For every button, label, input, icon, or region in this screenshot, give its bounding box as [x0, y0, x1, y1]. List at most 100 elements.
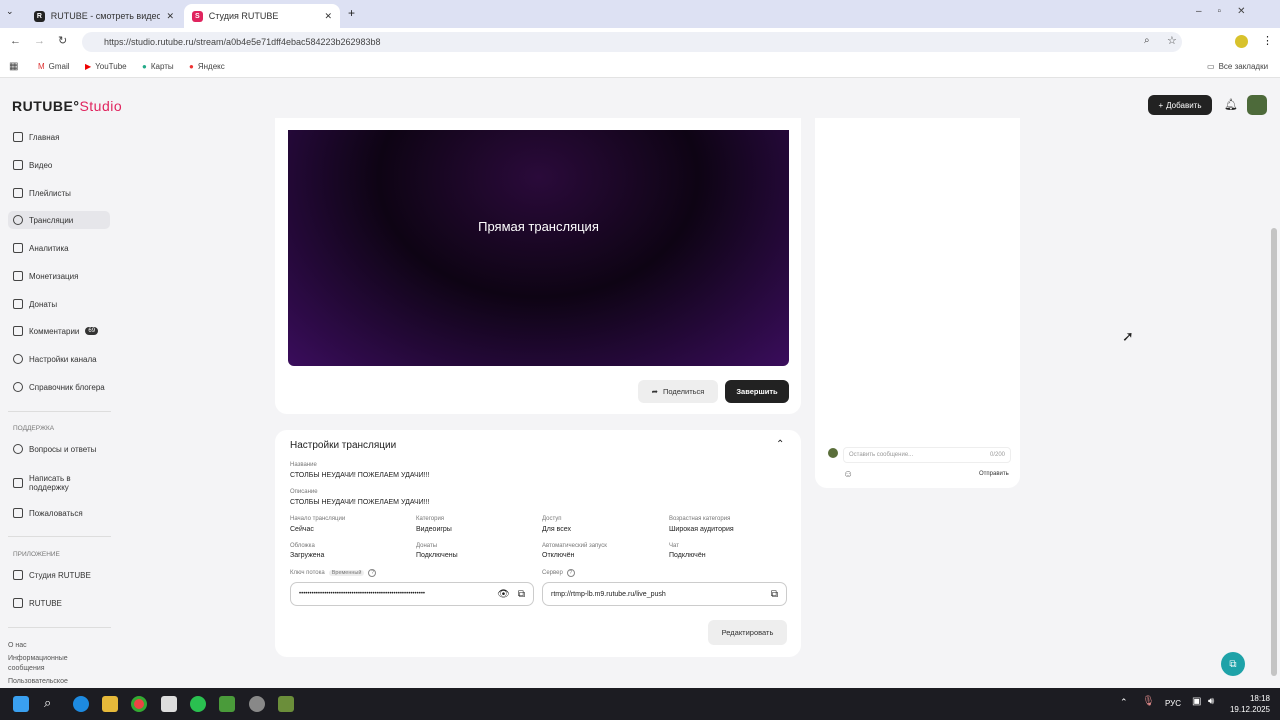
tab-list-chevron-icon[interactable]: ⌄	[6, 6, 14, 17]
field-value: Подключён	[669, 552, 706, 559]
emoji-icon[interactable]: ☺	[843, 469, 853, 480]
tab-rutube[interactable]: R RUTUBE - смотреть видео онл ✕	[26, 4, 182, 28]
reload-icon[interactable]: ↻	[58, 34, 67, 47]
clock[interactable]: 18:18 19.12.2025	[1228, 693, 1270, 715]
stream-key-field[interactable]: ••••••••••••••••••••••••••••••••••••••••…	[290, 582, 534, 606]
finish-stream-button[interactable]: Завершить	[725, 380, 789, 403]
help-icon[interactable]: ?	[566, 569, 575, 577]
apps-grid-icon[interactable]: ▦	[9, 61, 18, 72]
bookmark-yandex[interactable]: ● Яндекс	[189, 62, 225, 71]
sidebar-item-video[interactable]: Видео	[8, 156, 110, 174]
share-button[interactable]: ➦ Поделиться	[638, 380, 718, 403]
share-icon: ➦	[651, 387, 658, 396]
volume-icon[interactable]: 🔊︎	[1208, 696, 1214, 707]
bookmark-maps[interactable]: ● Карты	[142, 62, 174, 71]
sidebar-item-streams[interactable]: Трансляции	[8, 211, 110, 229]
chat-message-input[interactable]: Оставить сообщение... 0/200	[843, 447, 1011, 463]
close-icon[interactable]: ✕	[324, 11, 332, 22]
bookmark-youtube[interactable]: ▶ YouTube	[85, 62, 127, 71]
sidebar-item-analytics[interactable]: Аналитика	[8, 239, 110, 257]
forward-icon[interactable]: →	[34, 35, 45, 47]
comments-count-badge: 69	[85, 327, 99, 335]
sidebar-item-label: Аналитика	[29, 243, 69, 253]
server-url-field[interactable]: rtmp://rtmp-lb.m9.rutube.ru/live_push ⧉	[542, 582, 787, 606]
desc-label: Описание	[290, 489, 318, 495]
tab-studio[interactable]: S Студия RUTUBE ✕	[184, 4, 340, 28]
field-value: Отключён	[542, 552, 575, 559]
star-icon[interactable]: ☆	[1167, 34, 1177, 47]
sidebar-item-label: Пожаловаться	[29, 508, 83, 518]
sidebar-item-label: Видео	[29, 160, 53, 170]
sidebar-item-report[interactable]: Пожаловаться	[8, 504, 110, 522]
app-icon[interactable]	[249, 696, 265, 712]
sidebar-item-studio-app[interactable]: Студия RUTUBE	[8, 566, 110, 584]
file-explorer-icon[interactable]	[102, 696, 118, 712]
microphone-icon[interactable]: 🎙︎	[1142, 696, 1155, 707]
copy-icon[interactable]: ⧉	[518, 589, 525, 600]
sidebar-item-rutube-app[interactable]: RUTUBE	[8, 594, 110, 612]
minecraft-icon[interactable]	[219, 696, 235, 712]
edge-icon[interactable]	[73, 696, 89, 712]
search-icon[interactable]: ⌕	[44, 695, 51, 711]
menu-icon[interactable]: ⋮	[1262, 34, 1273, 47]
close-icon[interactable]: ✕	[166, 11, 174, 22]
sidebar-item-contact-support[interactable]: Написать в поддержку	[8, 472, 110, 494]
app-icon[interactable]	[161, 696, 177, 712]
stream-key-label: Ключ потока	[290, 570, 325, 576]
settings-title: Настройки трансляции	[290, 440, 397, 451]
minecraft-launcher-icon[interactable]	[278, 696, 294, 712]
add-button[interactable]: + Добавить	[1148, 95, 1212, 115]
footer-link-info[interactable]: Информационные сообщения	[8, 654, 88, 674]
chevron-up-icon[interactable]: ⌃	[776, 439, 784, 450]
footer-link-about[interactable]: О нас	[8, 641, 88, 651]
sidebar-item-faq[interactable]: Вопросы и ответы	[8, 440, 110, 458]
sidebar-item-channel-settings[interactable]: Настройки канала	[8, 350, 110, 368]
new-tab-plus-icon[interactable]: +	[348, 6, 355, 20]
field-value: Видеоигры	[416, 526, 452, 533]
field-label: Возрастная категория	[669, 516, 731, 522]
copy-icon[interactable]: ⧉	[771, 589, 778, 600]
sidebar-item-blogger-guide[interactable]: Справочник блогера	[8, 378, 110, 396]
window-controls[interactable]: –▫✕	[1196, 6, 1262, 17]
bookmark-label: Gmail	[48, 62, 70, 71]
send-button[interactable]: Отправить	[979, 471, 1009, 477]
folder-icon: ▭	[1207, 62, 1215, 71]
help-icon[interactable]: ?	[368, 569, 377, 577]
chrome-icon[interactable]	[131, 696, 147, 712]
chat-char-counter: 0/200	[989, 452, 1005, 458]
eye-icon[interactable]: 👁︎	[497, 589, 510, 600]
support-chat-button[interactable]: ⧉	[1221, 652, 1245, 676]
windows-start-icon[interactable]	[13, 696, 29, 712]
language-indicator[interactable]: РУС	[1165, 699, 1181, 708]
zoom-icon[interactable]: ⌕	[1144, 35, 1150, 46]
page-scrollbar[interactable]	[1271, 228, 1277, 676]
user-avatar[interactable]	[1247, 95, 1267, 115]
video-player[interactable]: Прямая трансляция	[288, 130, 789, 366]
sidebar-item-home[interactable]: Главная	[8, 128, 110, 146]
tray-chevron-icon[interactable]: ⌃	[1120, 697, 1128, 708]
question-icon	[13, 444, 23, 454]
sidebar-item-comments[interactable]: Комментарии 69	[8, 322, 110, 340]
field-value: Загружена	[290, 552, 325, 559]
tab-title: RUTUBE - смотреть видео онл	[50, 11, 161, 21]
bookmark-gmail[interactable]: M Gmail	[38, 62, 70, 71]
rutube-studio-logo[interactable]: RUTUBE°Studio	[12, 98, 122, 114]
profile-avatar[interactable]	[1235, 35, 1248, 48]
network-icon[interactable]: ▣	[1192, 696, 1201, 707]
sidebar-item-monetization[interactable]: Монетизация	[8, 267, 110, 285]
field-label: Доступ	[542, 516, 562, 522]
edit-button[interactable]: Редактировать	[708, 620, 787, 645]
back-icon[interactable]: ←	[10, 35, 21, 47]
all-bookmarks[interactable]: ▭ Все закладки	[1207, 62, 1268, 71]
field-label: Категория	[416, 516, 445, 522]
sidebar-item-donations[interactable]: Донаты	[8, 295, 110, 313]
home-icon	[13, 132, 23, 142]
sidebar-item-playlists[interactable]: Плейлисты	[8, 184, 110, 202]
whatsapp-icon[interactable]	[190, 696, 206, 712]
footer-link-user[interactable]: Пользовательское	[8, 677, 88, 687]
url-input[interactable]: https://studio.rutube.ru/stream/a0b4e5e7…	[82, 32, 1182, 52]
field-label: Донаты	[416, 543, 438, 549]
bell-icon[interactable]: 🔔︎	[1224, 98, 1238, 111]
sidebar-item-label: Донаты	[29, 299, 58, 309]
stream-description: СТОЛБЫ НЕУДАЧИ! ПОЖЕЛАЕМ УДАЧИ!!!	[290, 499, 430, 506]
